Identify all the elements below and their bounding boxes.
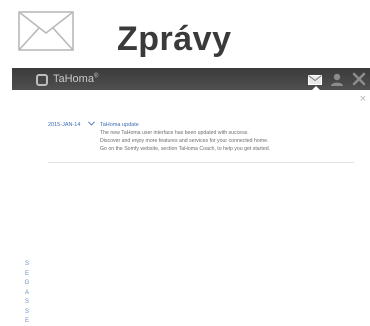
app-window: TaHoma® × 2015-JAN-14 TaHoma update The …: [12, 68, 370, 326]
brand-name: TaHoma®: [53, 73, 98, 85]
side-label-letter: E: [24, 270, 29, 277]
mail-icon[interactable]: [308, 75, 322, 85]
message-date: 2015-JAN-14: [48, 122, 81, 128]
chevron-down-icon[interactable]: [88, 121, 95, 126]
side-label-letter: E: [24, 318, 29, 324]
page-title: Zprávy: [117, 20, 232, 58]
message-line: Discover and enjoy more features and ser…: [100, 138, 269, 144]
app-topbar: TaHoma®: [12, 68, 370, 91]
envelope-icon: [18, 11, 74, 51]
message-line: The new TaHoma user interface has been u…: [100, 130, 249, 136]
message-divider: [48, 162, 354, 163]
side-label-letter: G: [24, 280, 30, 286]
message-title[interactable]: TaHoma update: [100, 122, 139, 128]
brand-registered-mark: ®: [93, 73, 99, 80]
side-label-letter: S: [24, 261, 29, 267]
user-icon[interactable]: [330, 73, 344, 86]
messages-panel: × 2015-JAN-14 TaHoma update The new TaHo…: [12, 90, 370, 326]
side-tab-messages[interactable]: S E G A S S E M: [23, 260, 31, 326]
panel-close-button[interactable]: ×: [360, 94, 366, 105]
side-label-letter: A: [24, 289, 29, 296]
page: Zprávy TaHoma® × 2015-JAN-14 TaHoma upda…: [0, 0, 370, 326]
side-label-letter: S: [24, 308, 29, 315]
message-line: Go on the Somfy website, section TaHoma …: [100, 146, 271, 152]
side-label-letter: S: [24, 299, 29, 305]
tahoma-logo-icon: [36, 74, 48, 86]
close-icon[interactable]: [352, 72, 366, 86]
brand-text: TaHoma: [53, 73, 94, 85]
